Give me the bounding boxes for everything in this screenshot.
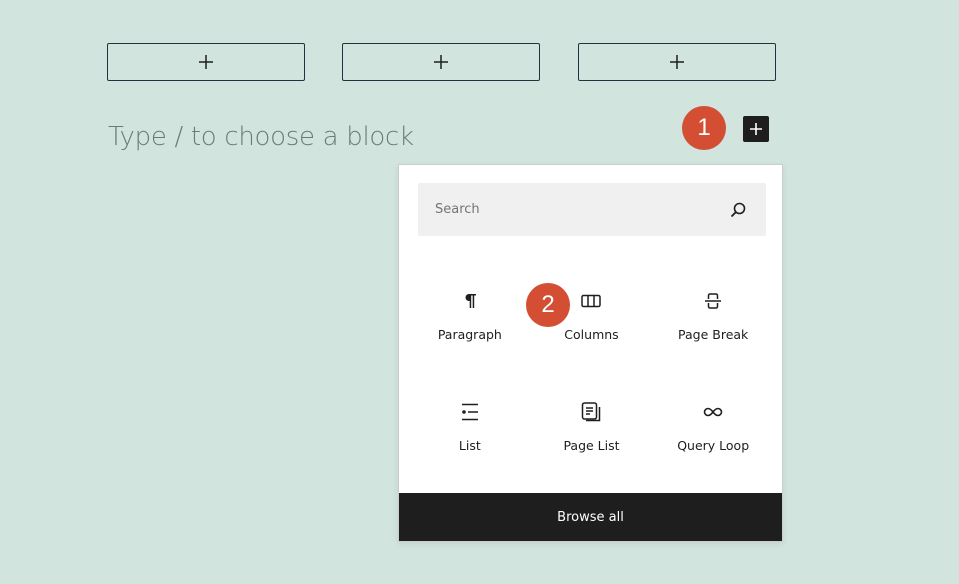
annotation-badge-2: 2 [526,283,570,327]
block-item-paragraph[interactable]: Paragraph [409,265,531,376]
block-inserter-popover: Paragraph Columns Page Break List Page L… [398,164,783,542]
block-list: Paragraph Columns Page Break List Page L… [409,265,774,487]
page-list-icon [579,400,603,424]
page-break-icon [701,289,725,313]
plus-icon [199,55,213,69]
plus-icon [670,55,684,69]
list-icon [458,400,482,424]
column-2-add-block-button[interactable] [342,43,540,81]
plus-icon [750,123,762,135]
block-label: Page List [563,438,620,453]
block-label: Page Break [678,327,749,342]
plus-icon [434,55,448,69]
block-label: Columns [564,327,619,342]
paragraph-icon [458,289,482,313]
columns-icon [579,289,603,313]
column-1-add-block-button[interactable] [107,43,305,81]
block-placeholder[interactable]: Type / to choose a block [108,122,414,152]
block-item-list[interactable]: List [409,376,531,487]
block-label: Paragraph [437,327,502,342]
block-label: Query Loop [677,438,750,453]
column-3-add-block-button[interactable] [578,43,776,81]
search-icon [730,202,746,218]
block-item-page-list[interactable]: Page List [531,376,653,487]
browse-all-button[interactable]: Browse all [399,493,782,541]
block-label: List [458,438,481,453]
block-item-query-loop[interactable]: Query Loop [652,376,774,487]
query-loop-icon [701,400,725,424]
block-search-input[interactable] [418,183,766,236]
annotation-badge-1: 1 [682,106,726,150]
block-inserter-toggle[interactable] [743,116,769,142]
block-item-page-break[interactable]: Page Break [652,265,774,376]
block-search [418,183,766,236]
